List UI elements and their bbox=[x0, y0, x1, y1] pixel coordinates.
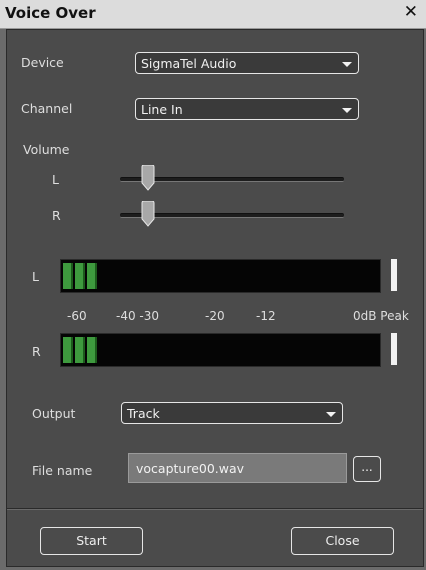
title-bar: Voice Over ✕ bbox=[0, 0, 426, 29]
volume-left-label: L bbox=[52, 172, 59, 187]
start-button[interactable]: Start bbox=[40, 527, 143, 555]
chevron-down-icon bbox=[342, 62, 352, 67]
window-title: Voice Over bbox=[5, 4, 96, 22]
output-dropdown[interactable]: Track bbox=[121, 402, 343, 424]
meter-left-peak bbox=[391, 259, 397, 291]
device-value: SigmaTel Audio bbox=[141, 56, 237, 71]
channel-value: Line In bbox=[141, 102, 183, 117]
volume-label: Volume bbox=[23, 142, 70, 157]
voice-over-panel: Device SigmaTel Audio Channel Line In Vo… bbox=[6, 29, 424, 567]
file-name-input[interactable] bbox=[129, 454, 346, 482]
close-icon[interactable]: ✕ bbox=[404, 2, 418, 22]
meter-segment bbox=[63, 337, 73, 363]
chevron-down-icon bbox=[326, 412, 336, 417]
scale-label: -60 bbox=[67, 309, 87, 323]
output-value: Track bbox=[127, 406, 160, 421]
meter-right-peak bbox=[391, 333, 397, 365]
meter-right-label: R bbox=[32, 344, 41, 359]
volume-right-thumb[interactable] bbox=[141, 201, 155, 227]
meter-segment bbox=[87, 263, 97, 289]
volume-right-label: R bbox=[52, 208, 61, 223]
device-dropdown[interactable]: SigmaTel Audio bbox=[135, 52, 359, 74]
channel-dropdown[interactable]: Line In bbox=[135, 98, 359, 120]
device-label: Device bbox=[21, 55, 64, 70]
close-button[interactable]: Close bbox=[291, 527, 394, 555]
chevron-down-icon bbox=[342, 108, 352, 113]
divider bbox=[7, 508, 423, 510]
scale-label: -12 bbox=[256, 309, 276, 323]
meter-segment bbox=[63, 263, 73, 289]
file-name-box bbox=[128, 453, 347, 483]
browse-button[interactable]: ... bbox=[353, 456, 381, 482]
meter-segment bbox=[75, 337, 85, 363]
file-name-label: File name bbox=[32, 463, 93, 478]
scale-label: 0dB Peak bbox=[353, 309, 409, 323]
channel-label: Channel bbox=[21, 101, 73, 116]
meter-segment bbox=[75, 263, 85, 289]
output-label: Output bbox=[32, 406, 76, 421]
meter-left-label: L bbox=[32, 269, 39, 284]
scale-label: -20 bbox=[205, 309, 225, 323]
meter-left bbox=[60, 259, 381, 293]
meter-right bbox=[60, 333, 381, 367]
scale-label: -40 -30 bbox=[116, 309, 160, 323]
meter-segment bbox=[87, 337, 97, 363]
volume-left-thumb[interactable] bbox=[141, 165, 155, 191]
